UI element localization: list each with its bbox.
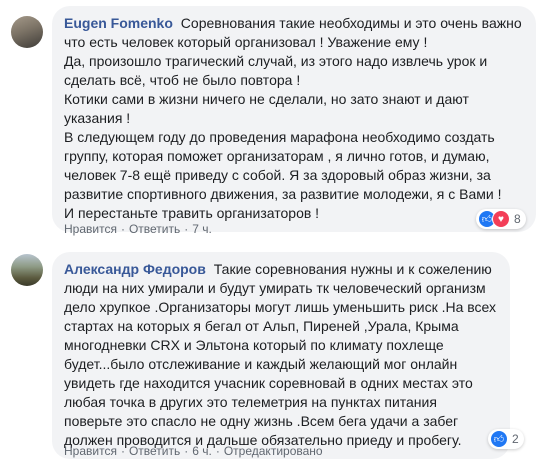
comment-timestamp[interactable]: 6 ч. <box>192 444 212 458</box>
separator-dot: · <box>120 444 125 458</box>
avatar[interactable] <box>11 16 43 48</box>
reaction-count: 2 <box>512 432 519 446</box>
comment-text: Соревнования такие необходимы и это очен… <box>64 15 522 221</box>
like-link[interactable]: Нравится <box>64 444 117 458</box>
reactions-summary[interactable]: 👍︎ 2 <box>488 429 524 449</box>
avatar[interactable] <box>11 254 43 286</box>
reaction-count: 8 <box>514 212 521 226</box>
like-icon: 👍︎ <box>490 430 508 448</box>
like-link[interactable]: Нравится <box>64 222 117 236</box>
separator-dot: · <box>184 444 189 458</box>
comment-bubble: Александр Федоров Такие соревнования нуж… <box>52 252 510 459</box>
comment-actions: Нравится · Ответить · 7 ч. <box>64 221 212 237</box>
edited-label[interactable]: Отредактировано <box>224 444 323 458</box>
comment-bubble: Eugen Fomenko Соревнования такие необход… <box>52 6 536 232</box>
reply-link[interactable]: Ответить <box>129 222 180 236</box>
reactions-summary[interactable]: 👍︎ ♥ 8 <box>476 209 526 229</box>
comment-author[interactable]: Александр Федоров <box>64 261 206 277</box>
comment-actions: Нравится · Ответить · 6 ч. · Отредактировано <box>64 443 323 459</box>
comment-timestamp[interactable]: 7 ч. <box>192 222 212 236</box>
comment: Александр Федоров Такие соревнования нуж… <box>0 240 559 465</box>
comment: Eugen Fomenko Соревнования такие необход… <box>0 0 559 240</box>
love-icon: ♥ <box>492 210 510 228</box>
comment-author[interactable]: Eugen Fomenko <box>64 15 173 31</box>
comment-text: Такие соревнования нужны и к сожелению л… <box>64 261 497 448</box>
separator-dot: · <box>120 222 125 236</box>
separator-dot: · <box>215 444 220 458</box>
reply-link[interactable]: Ответить <box>129 444 180 458</box>
separator-dot: · <box>184 222 189 236</box>
